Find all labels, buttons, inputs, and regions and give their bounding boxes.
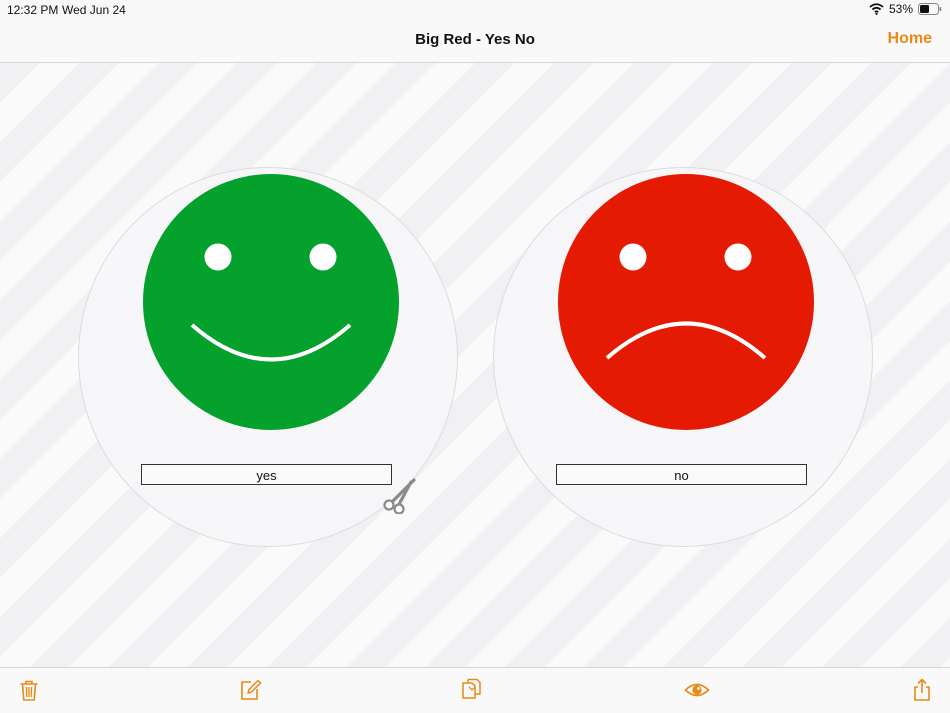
card-no[interactable]: no	[493, 167, 873, 547]
sad-face-icon	[558, 174, 814, 430]
eye-icon[interactable]	[684, 677, 710, 703]
board-canvas: yes no	[0, 63, 950, 667]
card-label-no: no	[556, 464, 807, 485]
home-button[interactable]: Home	[888, 30, 932, 48]
battery-icon	[918, 3, 942, 15]
happy-face-icon	[143, 174, 399, 430]
status-time: 12:32 PM	[7, 3, 58, 17]
status-date: Wed Jun 24	[62, 3, 126, 17]
bottom-toolbar	[0, 667, 950, 713]
card-label-yes: yes	[141, 464, 392, 485]
trash-icon[interactable]	[16, 677, 42, 703]
battery-percent: 53%	[889, 2, 913, 16]
edit-icon[interactable]	[237, 677, 263, 703]
wifi-icon	[869, 3, 884, 15]
navigation-bar: Big Red - Yes No Home	[0, 20, 950, 63]
status-right: 53%	[869, 2, 942, 16]
copy-icon[interactable]	[459, 677, 485, 703]
scissors-icon[interactable]	[381, 474, 421, 514]
share-icon[interactable]	[909, 677, 935, 703]
status-bar: 12:32 PM Wed Jun 24 53%	[0, 0, 950, 20]
page-title: Big Red - Yes No	[0, 31, 950, 48]
